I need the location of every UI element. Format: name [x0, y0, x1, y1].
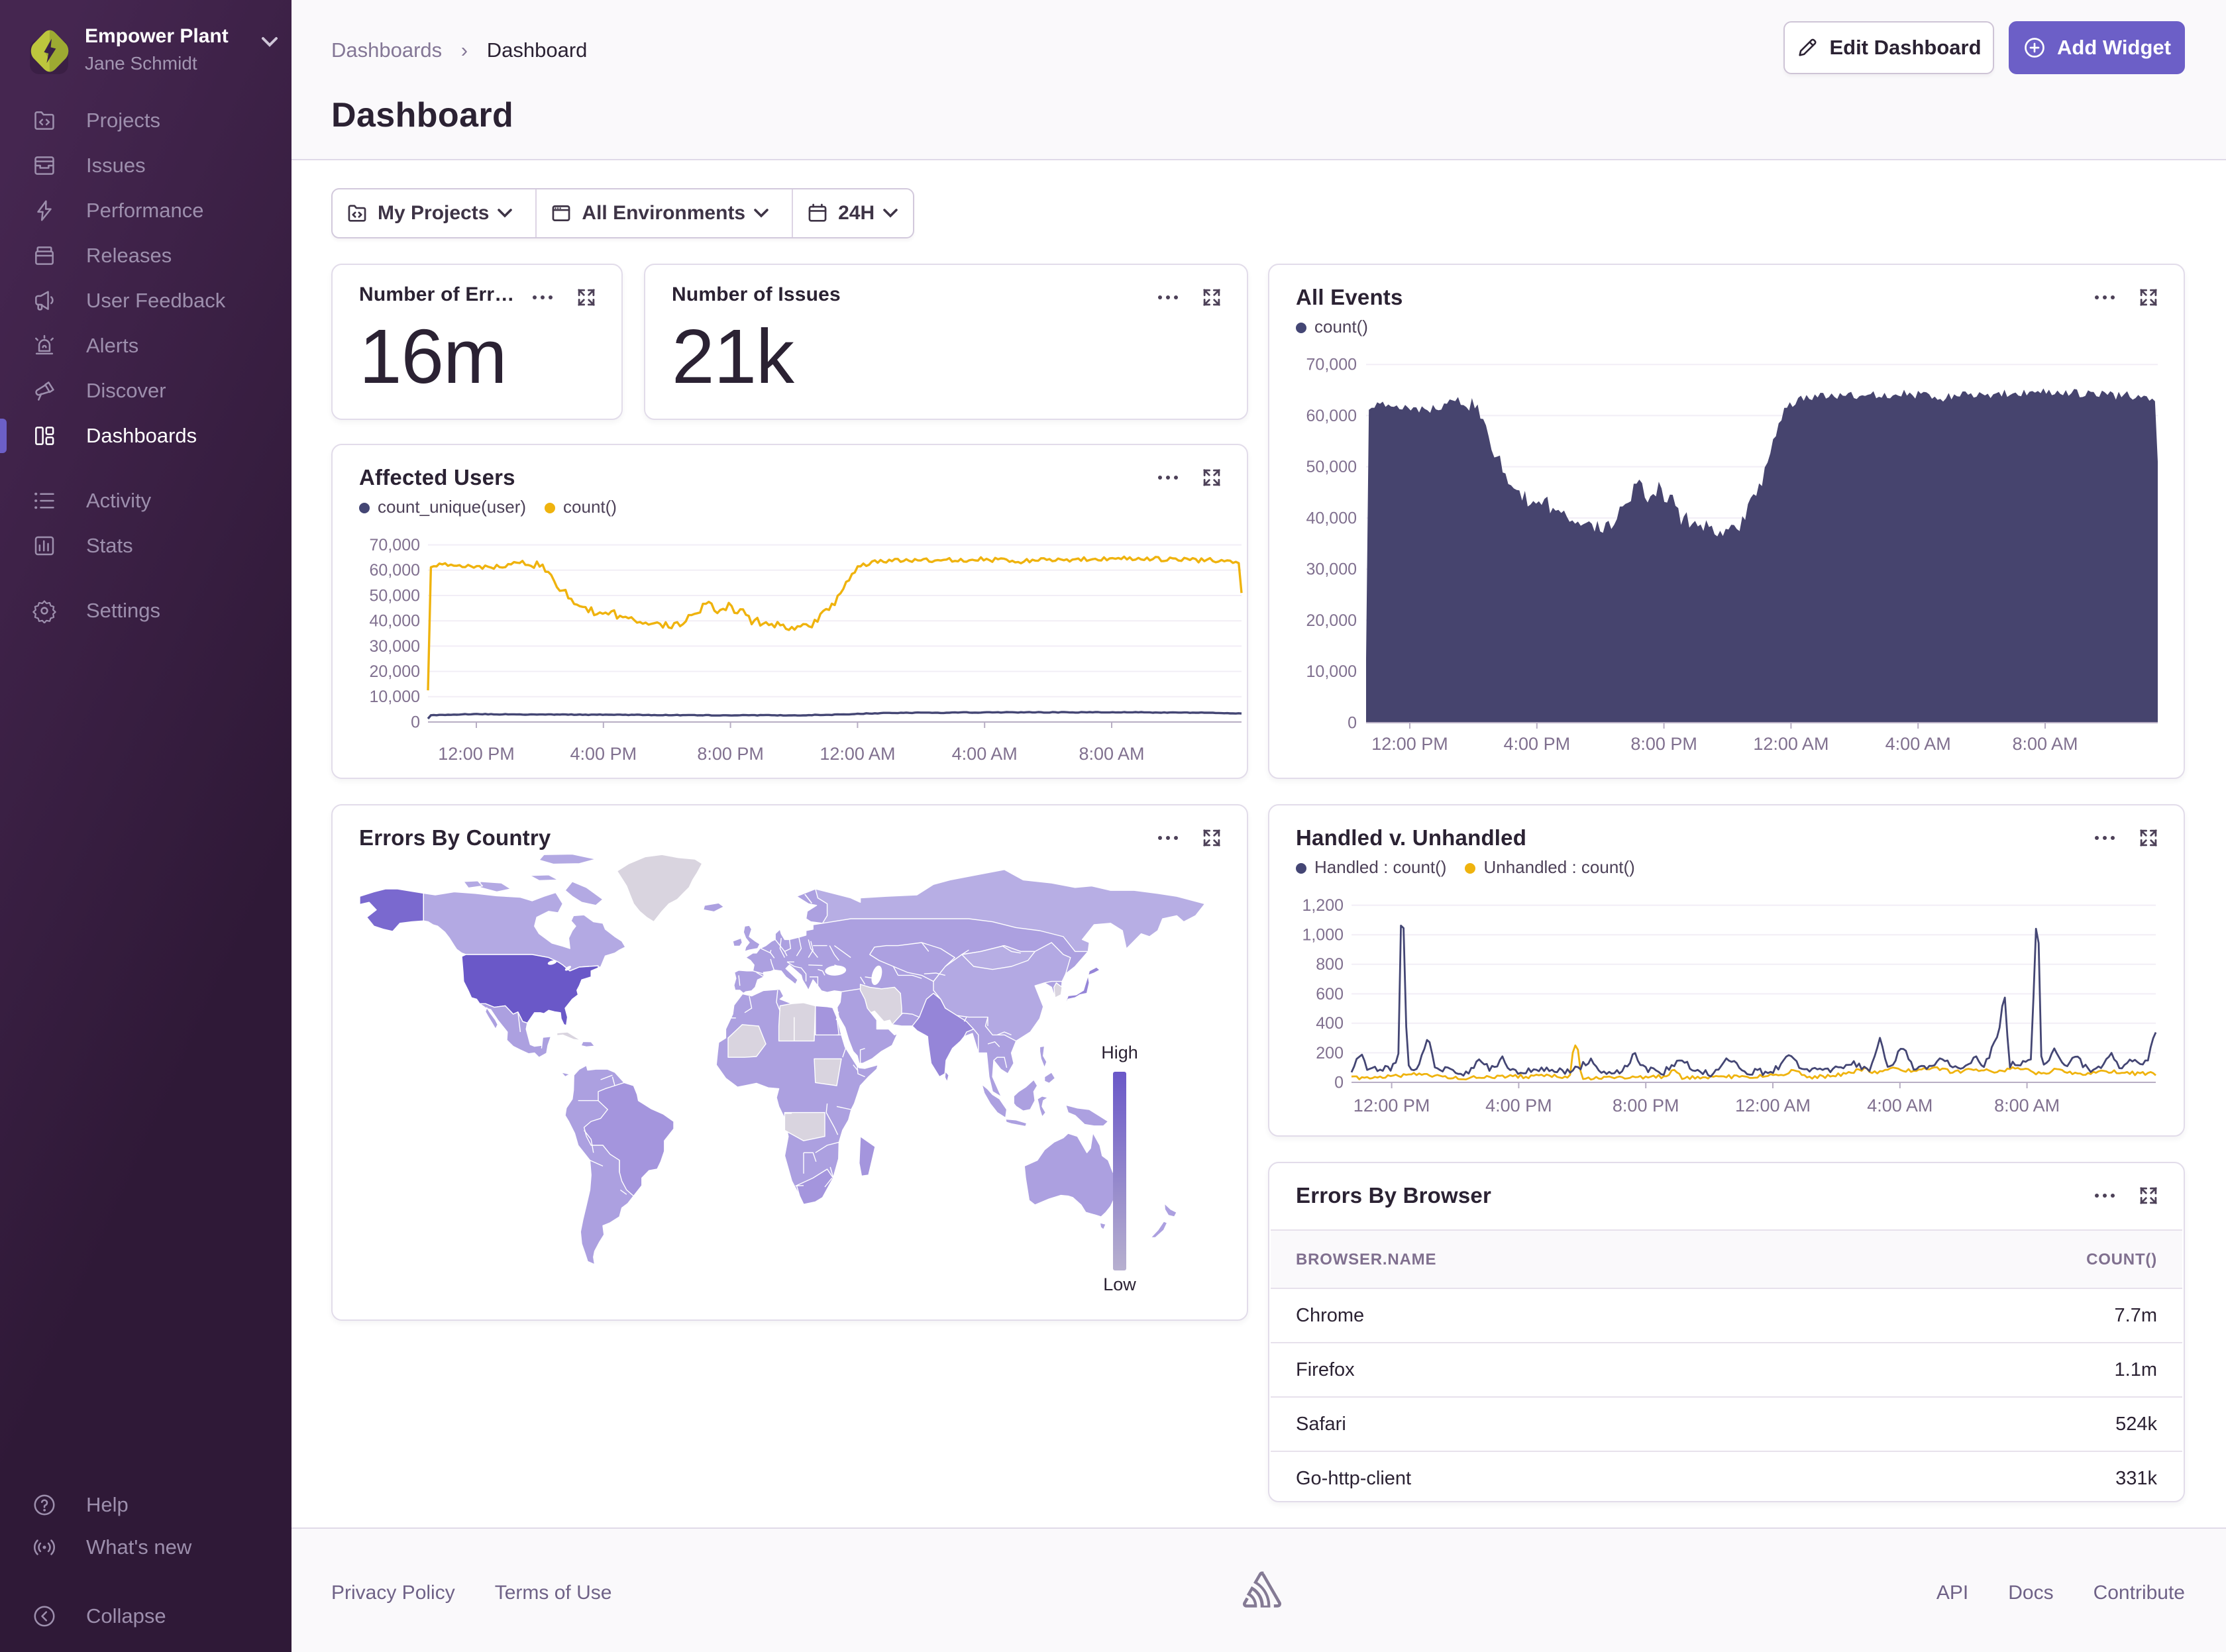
- svg-text:4:00 AM: 4:00 AM: [952, 744, 1018, 764]
- svg-text:8:00 PM: 8:00 PM: [697, 744, 764, 764]
- svg-text:12:00 PM: 12:00 PM: [438, 744, 515, 764]
- svg-text:4:00 PM: 4:00 PM: [570, 744, 637, 764]
- svg-text:4:00 PM: 4:00 PM: [1485, 1096, 1552, 1115]
- svg-text:30,000: 30,000: [1306, 560, 1357, 579]
- svg-text:60,000: 60,000: [1306, 407, 1357, 425]
- svg-text:8:00 PM: 8:00 PM: [1613, 1096, 1679, 1115]
- svg-text:8:00 AM: 8:00 AM: [1994, 1096, 2060, 1115]
- svg-text:50,000: 50,000: [1306, 458, 1357, 476]
- svg-text:30,000: 30,000: [370, 637, 420, 656]
- svg-text:8:00 AM: 8:00 AM: [2012, 734, 2078, 754]
- svg-text:70,000: 70,000: [370, 536, 420, 554]
- svg-text:12:00 PM: 12:00 PM: [1353, 1096, 1430, 1115]
- svg-text:12:00 AM: 12:00 AM: [820, 744, 895, 764]
- svg-text:0: 0: [411, 713, 420, 731]
- svg-text:12:00 AM: 12:00 AM: [1735, 1096, 1811, 1115]
- svg-text:40,000: 40,000: [1306, 509, 1357, 527]
- svg-text:4:00 AM: 4:00 AM: [1867, 1096, 1933, 1115]
- svg-text:8:00 PM: 8:00 PM: [1630, 734, 1697, 754]
- svg-text:Low: Low: [1103, 1274, 1136, 1294]
- svg-text:20,000: 20,000: [370, 662, 420, 681]
- svg-text:600: 600: [1316, 985, 1344, 1004]
- svg-text:1,000: 1,000: [1302, 926, 1344, 945]
- svg-text:10,000: 10,000: [1306, 662, 1357, 681]
- svg-text:12:00 PM: 12:00 PM: [1371, 734, 1448, 754]
- svg-text:12:00 AM: 12:00 AM: [1753, 734, 1828, 754]
- svg-text:High: High: [1101, 1043, 1138, 1062]
- svg-text:8:00 AM: 8:00 AM: [1079, 744, 1144, 764]
- svg-text:10,000: 10,000: [370, 688, 420, 706]
- svg-text:800: 800: [1316, 955, 1344, 974]
- svg-text:400: 400: [1316, 1014, 1344, 1033]
- svg-text:4:00 AM: 4:00 AM: [1885, 734, 1951, 754]
- svg-text:0: 0: [1348, 713, 1357, 732]
- svg-text:4:00 PM: 4:00 PM: [1504, 734, 1571, 754]
- svg-text:0: 0: [1334, 1073, 1344, 1092]
- svg-text:20,000: 20,000: [1306, 611, 1357, 630]
- svg-text:40,000: 40,000: [370, 612, 420, 631]
- svg-text:1,200: 1,200: [1302, 896, 1344, 915]
- svg-text:50,000: 50,000: [370, 586, 420, 605]
- svg-text:200: 200: [1316, 1044, 1344, 1062]
- svg-text:60,000: 60,000: [370, 561, 420, 580]
- svg-text:70,000: 70,000: [1306, 356, 1357, 374]
